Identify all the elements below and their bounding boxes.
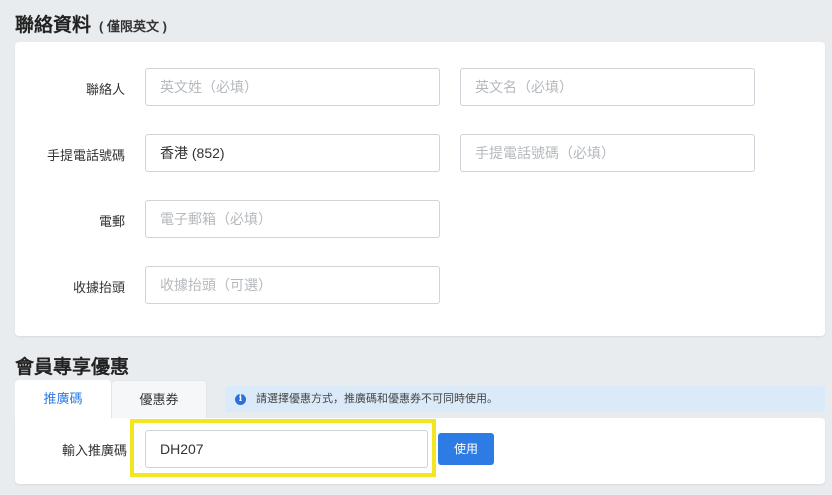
info-icon: i [235, 393, 246, 405]
tab-promo-code[interactable]: 推廣碼 [15, 380, 111, 418]
phone-field[interactable]: 手提電話號碼（必填） [460, 134, 755, 172]
contact-label-email: 電郵 [98, 214, 125, 229]
first-name-field[interactable]: 英文名（必填） [460, 68, 755, 106]
tab-coupon[interactable]: 優惠券 [111, 380, 207, 418]
member-section-title: 會員專享優惠 [15, 357, 130, 378]
last-name-field[interactable]: 英文姓（必填） [145, 68, 440, 106]
contact-label-phone: 手提電話號碼 [46, 148, 125, 163]
contact-label-receipt: 收據抬頭 [72, 280, 125, 295]
promo-highlight-box [130, 419, 436, 477]
contact-section-title: 聯絡資料 ( 僅限英文 ) [15, 10, 167, 37]
contact-title: 聯絡資料 [15, 15, 92, 36]
promo-code-label: 輸入推廣碼 [61, 443, 127, 458]
receipt-title-field[interactable]: 收據抬頭（可選） [145, 266, 440, 304]
contact-label-name: 聯絡人 [85, 82, 125, 97]
email-field[interactable]: 電子郵箱（必填） [145, 200, 440, 238]
use-button[interactable]: 使用 [438, 433, 494, 465]
country-code-field[interactable]: 香港 (852) [145, 134, 440, 172]
offer-notice-text: 請選擇優惠方式，推廣碼和優惠券不可同時使用。 [256, 393, 498, 405]
offer-notice: i 請選擇優惠方式，推廣碼和優惠券不可同時使用。 [225, 386, 825, 412]
contact-subtitle: ( 僅限英文 ) [99, 19, 167, 34]
